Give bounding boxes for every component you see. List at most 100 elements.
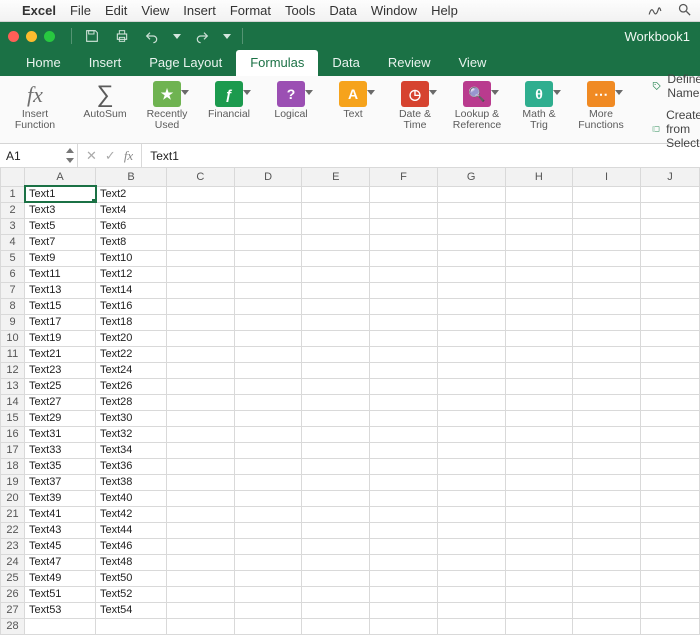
cell-F26[interactable] [370, 586, 438, 602]
cell-A16[interactable]: Text31 [25, 426, 96, 442]
cell-J25[interactable] [640, 570, 699, 586]
cell-F22[interactable] [370, 522, 438, 538]
cell-G11[interactable] [437, 346, 505, 362]
cell-F24[interactable] [370, 554, 438, 570]
cell-C23[interactable] [166, 538, 234, 554]
cell-G4[interactable] [437, 234, 505, 250]
cell-F25[interactable] [370, 570, 438, 586]
cell-B14[interactable]: Text28 [96, 394, 167, 410]
cell-A27[interactable]: Text53 [25, 602, 96, 618]
select-all-corner[interactable] [1, 168, 25, 186]
cell-E13[interactable] [302, 378, 370, 394]
cell-C3[interactable] [166, 218, 234, 234]
spreadsheet-grid[interactable]: ABCDEFGHIJ 1Text1Text22Text3Text43Text5T… [0, 168, 700, 635]
cell-C7[interactable] [166, 282, 234, 298]
cell-B22[interactable]: Text44 [96, 522, 167, 538]
cell-C5[interactable] [166, 250, 234, 266]
cell-I19[interactable] [573, 474, 641, 490]
cell-B1[interactable]: Text2 [96, 186, 167, 202]
cell-G7[interactable] [437, 282, 505, 298]
row-header[interactable]: 24 [1, 554, 25, 570]
cell-F11[interactable] [370, 346, 438, 362]
cell-H24[interactable] [505, 554, 573, 570]
cell-I16[interactable] [573, 426, 641, 442]
row-header[interactable]: 14 [1, 394, 25, 410]
cell-D16[interactable] [234, 426, 302, 442]
cell-E6[interactable] [302, 266, 370, 282]
cell-E10[interactable] [302, 330, 370, 346]
cell-B12[interactable]: Text24 [96, 362, 167, 378]
row-header[interactable]: 2 [1, 202, 25, 218]
cell-F16[interactable] [370, 426, 438, 442]
cell-J24[interactable] [640, 554, 699, 570]
cell-H2[interactable] [505, 202, 573, 218]
cell-E23[interactable] [302, 538, 370, 554]
cell-J12[interactable] [640, 362, 699, 378]
autosum-button[interactable]: ∑ AutoSum [80, 80, 130, 120]
cell-F8[interactable] [370, 298, 438, 314]
row-header[interactable]: 26 [1, 586, 25, 602]
cell-J6[interactable] [640, 266, 699, 282]
cell-J21[interactable] [640, 506, 699, 522]
cell-G9[interactable] [437, 314, 505, 330]
cell-J2[interactable] [640, 202, 699, 218]
cell-F20[interactable] [370, 490, 438, 506]
cell-E7[interactable] [302, 282, 370, 298]
fx-icon[interactable]: fx [124, 148, 133, 164]
cell-C24[interactable] [166, 554, 234, 570]
cell-C20[interactable] [166, 490, 234, 506]
define-name-button[interactable]: Define Name [652, 72, 700, 100]
row-header[interactable]: 28 [1, 618, 25, 634]
cell-B20[interactable]: Text40 [96, 490, 167, 506]
cell-F19[interactable] [370, 474, 438, 490]
cell-J7[interactable] [640, 282, 699, 298]
tab-home[interactable]: Home [12, 50, 75, 76]
cell-I17[interactable] [573, 442, 641, 458]
cell-I25[interactable] [573, 570, 641, 586]
cell-B3[interactable]: Text6 [96, 218, 167, 234]
row-header[interactable]: 9 [1, 314, 25, 330]
cell-C10[interactable] [166, 330, 234, 346]
cell-B26[interactable]: Text52 [96, 586, 167, 602]
cell-A23[interactable]: Text45 [25, 538, 96, 554]
cell-I12[interactable] [573, 362, 641, 378]
cell-A14[interactable]: Text27 [25, 394, 96, 410]
tab-page-layout[interactable]: Page Layout [135, 50, 236, 76]
redo-icon[interactable] [192, 26, 212, 46]
cell-H5[interactable] [505, 250, 573, 266]
cell-H21[interactable] [505, 506, 573, 522]
cell-B13[interactable]: Text26 [96, 378, 167, 394]
cell-I27[interactable] [573, 602, 641, 618]
cell-C18[interactable] [166, 458, 234, 474]
cell-I14[interactable] [573, 394, 641, 410]
more-functions-button[interactable]: ⋯ More Functions [576, 80, 626, 131]
cell-I4[interactable] [573, 234, 641, 250]
cell-B15[interactable]: Text30 [96, 410, 167, 426]
cell-B2[interactable]: Text4 [96, 202, 167, 218]
cell-F28[interactable] [370, 618, 438, 634]
cell-J20[interactable] [640, 490, 699, 506]
cell-H7[interactable] [505, 282, 573, 298]
cell-H14[interactable] [505, 394, 573, 410]
row-header[interactable]: 3 [1, 218, 25, 234]
cell-I21[interactable] [573, 506, 641, 522]
cell-E24[interactable] [302, 554, 370, 570]
cell-F6[interactable] [370, 266, 438, 282]
cell-J1[interactable] [640, 186, 699, 202]
cell-I5[interactable] [573, 250, 641, 266]
cell-I15[interactable] [573, 410, 641, 426]
cell-D15[interactable] [234, 410, 302, 426]
row-header[interactable]: 13 [1, 378, 25, 394]
col-header-F[interactable]: F [370, 168, 438, 186]
cell-B11[interactable]: Text22 [96, 346, 167, 362]
cell-A24[interactable]: Text47 [25, 554, 96, 570]
cell-I13[interactable] [573, 378, 641, 394]
cell-J26[interactable] [640, 586, 699, 602]
lookup-button[interactable]: 🔍 Lookup & Reference [452, 80, 502, 131]
cell-D1[interactable] [234, 186, 302, 202]
cell-D26[interactable] [234, 586, 302, 602]
maximize-button[interactable] [44, 31, 55, 42]
col-header-I[interactable]: I [573, 168, 641, 186]
cell-B6[interactable]: Text12 [96, 266, 167, 282]
cell-C15[interactable] [166, 410, 234, 426]
